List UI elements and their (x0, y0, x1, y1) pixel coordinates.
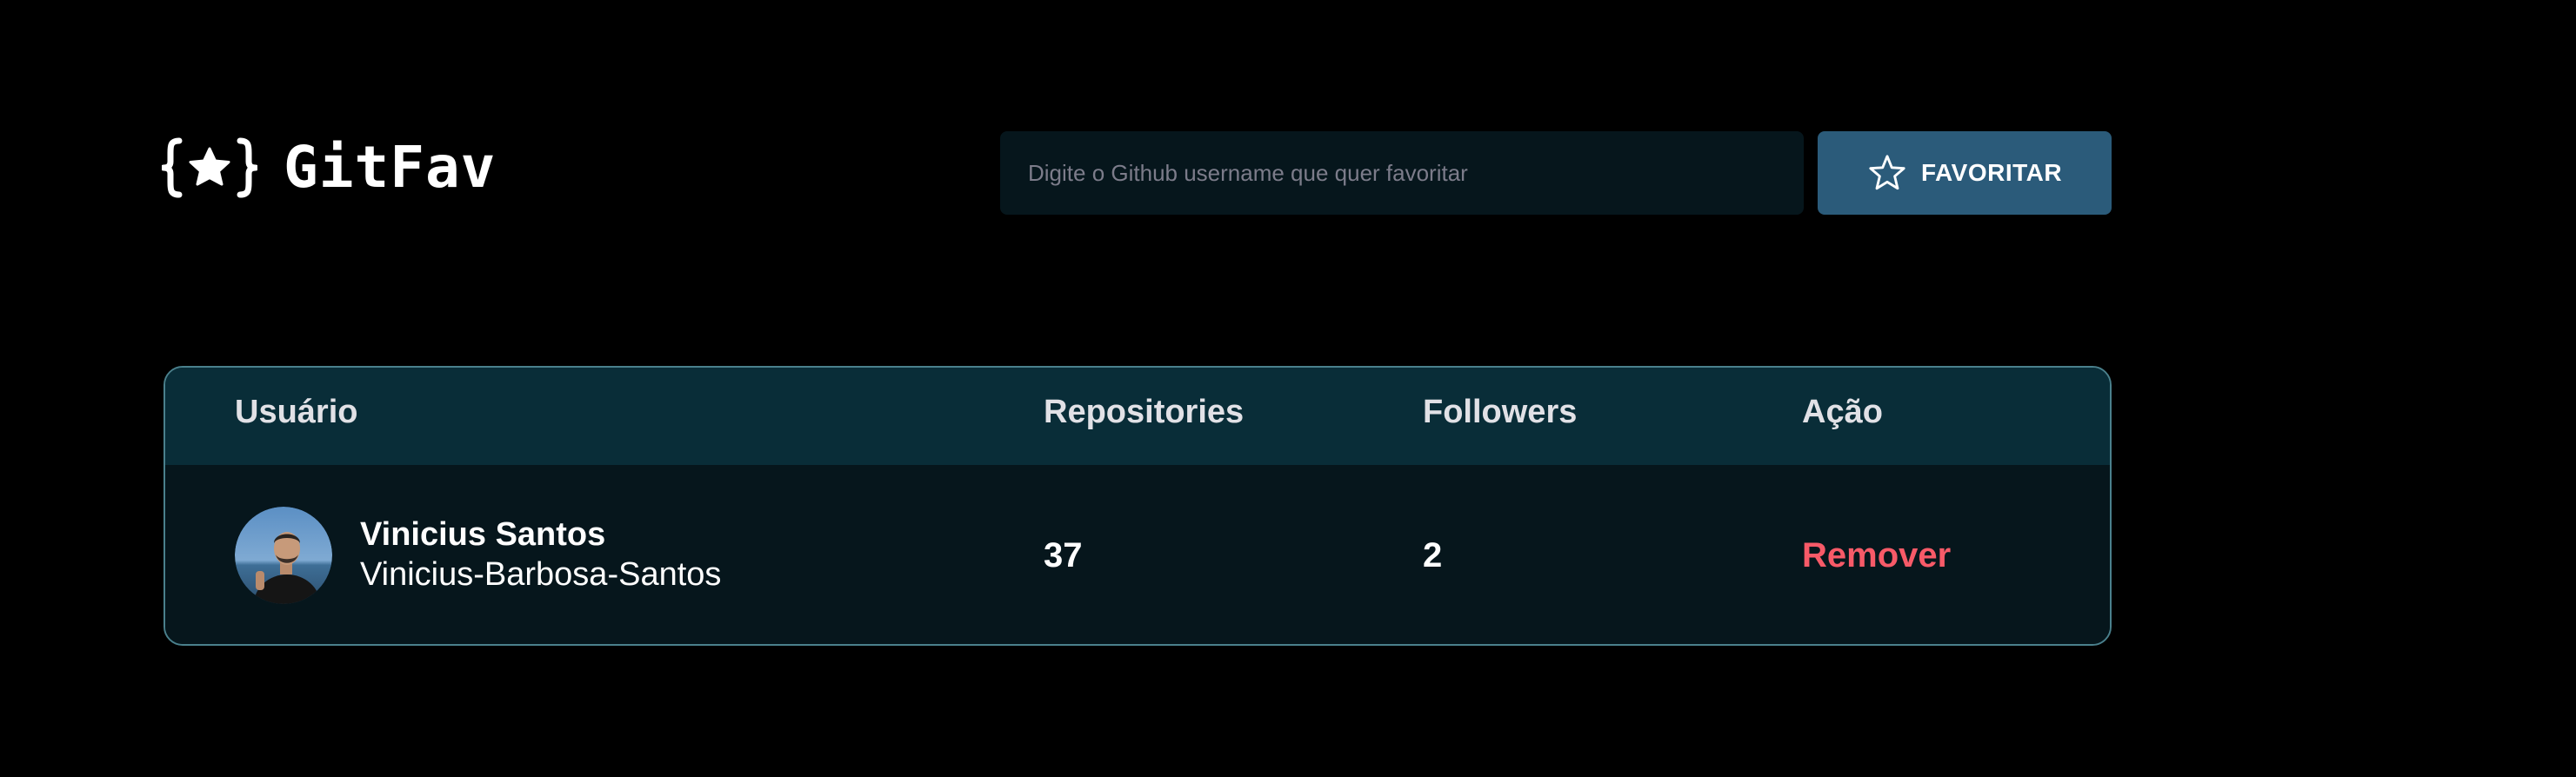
user-cell: Vinicius Santos Vinicius-Barbosa-Santos (235, 507, 721, 604)
column-header-action: Ação (1802, 394, 1883, 430)
user-info: Vinicius Santos Vinicius-Barbosa-Santos (360, 515, 721, 594)
avatar[interactable] (235, 507, 332, 604)
table-header: Usuário Repositories Followers Ação (165, 368, 2110, 465)
app-logo: GitFav (162, 137, 496, 198)
user-name: Vinicius Santos (360, 516, 606, 554)
favorite-button[interactable]: FAVORITAR (1818, 131, 2112, 215)
table-row: Vinicius Santos Vinicius-Barbosa-Santos … (165, 465, 2110, 644)
app-title: GitFav (284, 134, 497, 201)
remove-button[interactable]: Remover (1802, 536, 1951, 575)
user-login[interactable]: Vinicius-Barbosa-Santos (360, 555, 721, 595)
favorites-table: Usuário Repositories Followers Ação Vini… (164, 366, 2112, 646)
repositories-count: 37 (1044, 535, 1083, 574)
column-header-user: Usuário (235, 394, 358, 430)
column-header-repositories: Repositories (1044, 394, 1245, 430)
column-header-followers: Followers (1423, 394, 1578, 430)
favorite-button-label: FAVORITAR (1920, 159, 2063, 186)
star-icon (1869, 155, 1905, 190)
github-username-search-input[interactable] (1000, 131, 1804, 215)
braces-star-icon (162, 137, 257, 198)
followers-count: 2 (1423, 535, 1443, 574)
